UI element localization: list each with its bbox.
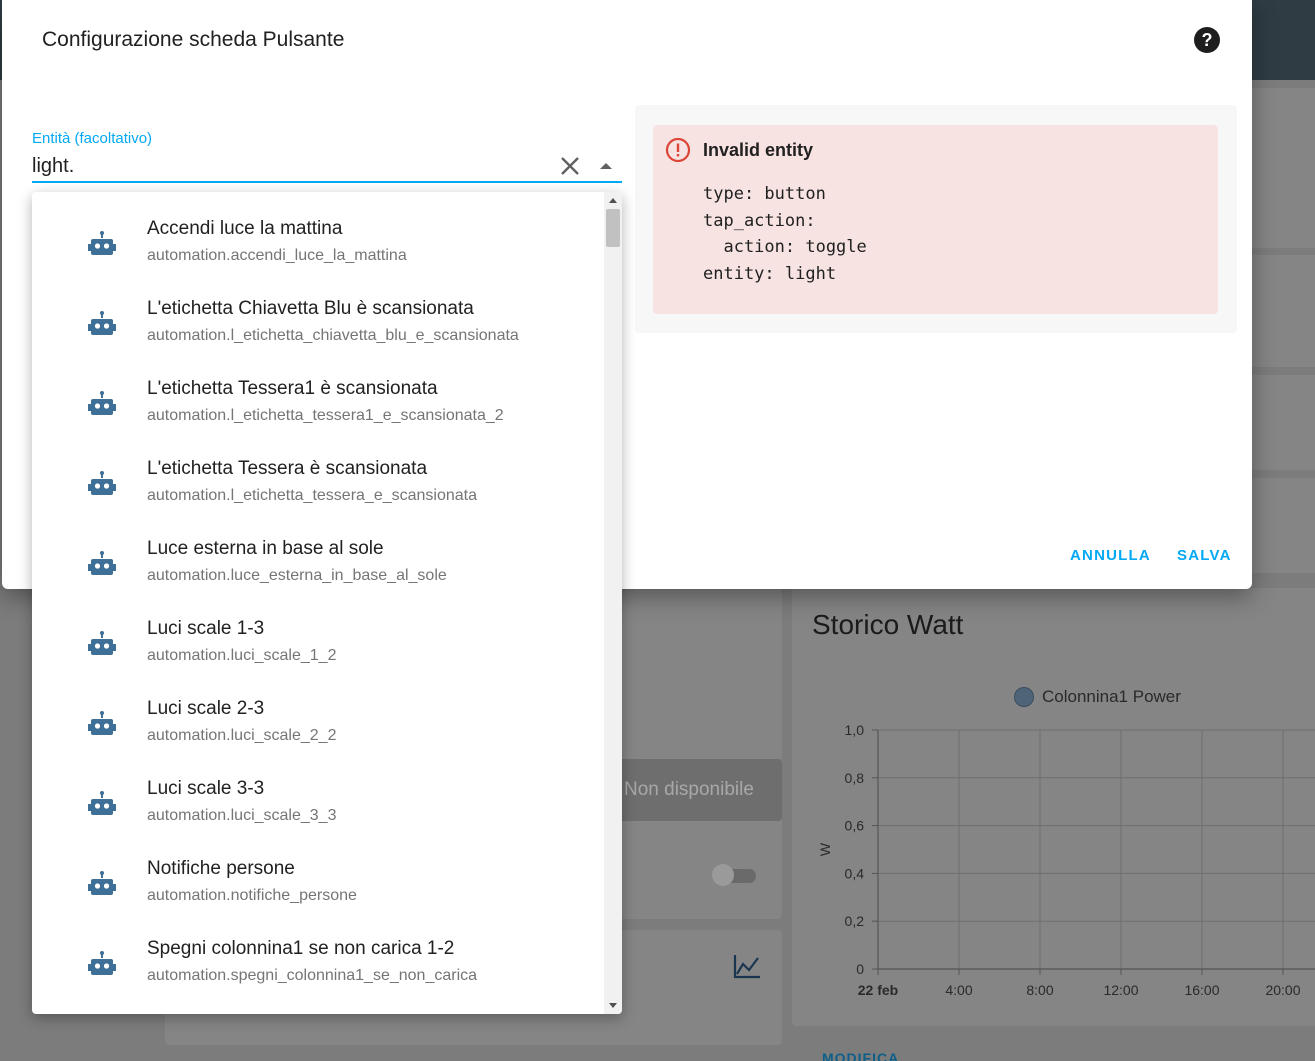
legend-label: Colonnina1 Power [1042,687,1181,706]
entity-id: automation.luce_esterna_in_base_al_sole [147,567,447,584]
y-tick-label: 0,4 [845,865,865,881]
entity-list: Accendi luce la mattina automation.accend… [32,192,604,992]
entity-name: L'etichetta Tessera è scansionata [147,458,428,479]
entity-id: automation.accendi_luce_la_mattina [147,247,407,264]
y-tick-label: 0 [856,961,864,977]
x-tick-label: 4:00 [945,982,972,998]
cancel-button[interactable]: ANNULLA [1070,547,1151,564]
entity-id: automation.luci_scale_3_3 [147,807,337,824]
entity-id: automation.spegni_colonnina1_se_non_cari… [147,967,478,984]
entity-id: automation.luci_scale_1_2 [147,647,337,664]
background-card [1250,375,1315,470]
error-alert: Invalid entity type: button tap_action: … [653,125,1218,314]
entity-name: L'etichetta Tessera1 è scansionata [147,378,438,399]
chart-plot: 0 0,2 0,4 0,6 0,8 1,0 22 feb 4:00 8:00 12:00 16:00… [817,722,1315,998]
entity-id: automation.l_etichetta_tessera_e_scansio… [147,487,477,504]
entity-list-item[interactable]: Luce esterna in base al sole automation.l… [32,512,604,592]
entity-list-item[interactable]: Luci scale 3-3 automation.luci_scale_3_3 [32,752,604,832]
entity-name: Accendi luce la mattina [147,218,343,239]
chart-line-icon[interactable] [732,952,762,980]
entity-id: automation.l_etichetta_tessera1_e_scansi… [147,407,504,424]
entity-list-item[interactable]: L'etichetta Tessera1 è scansionata automa… [32,352,604,432]
robot-icon [87,870,117,900]
entity-name: Notifiche persone [147,858,295,879]
entity-name: Luci scale 1-3 [147,618,265,639]
x-tick-label: 16:00 [1184,982,1219,998]
robot-icon [87,710,117,740]
background-card [1250,478,1315,573]
save-button[interactable]: SALVA [1177,547,1232,564]
close-icon[interactable] [558,154,582,178]
alert-circle-icon [665,137,691,163]
background-card [1250,255,1315,367]
robot-icon [87,790,117,820]
y-axis-label: W [817,842,833,856]
robot-icon [87,470,117,500]
x-tick-label: 22 feb [858,982,898,998]
chart-title: Storico Watt [812,609,964,640]
entity-field[interactable]: Entità (facoltativo) [32,128,622,183]
entity-list-item[interactable]: Notifiche persone automation.notifiche_pe… [32,832,604,912]
robot-icon [87,630,117,660]
entity-name: Luci scale 2-3 [147,698,265,719]
dialog-title: Configurazione scheda Pulsante [42,28,345,51]
entity-list-item[interactable]: Accendi luce la mattina automation.accend… [32,192,604,272]
caret-up-icon[interactable] [596,156,616,176]
alert-code: type: button tap_action: action: toggle … [703,184,867,284]
y-tick-label: 0,8 [845,770,865,786]
scroll-up-arrow-icon[interactable] [609,198,617,203]
background-toggle[interactable] [710,864,756,886]
entity-field-underline [32,181,622,183]
entity-name: Luci scale 3-3 [147,778,265,799]
y-tick-label: 0,2 [845,913,865,929]
unavailable-button[interactable]: Non disponibile [608,759,782,821]
entity-dropdown: Accendi luce la mattina automation.accend… [32,192,622,1014]
x-tick-label: 20:00 [1265,982,1300,998]
background-card [1250,88,1315,248]
entity-name: Luce esterna in base al sole [147,538,384,559]
entity-name: Spegni colonnina1 se non carica 1-2 [147,938,455,959]
scroll-down-arrow-icon[interactable] [609,1003,617,1008]
entity-id: automation.notifiche_persone [147,887,357,904]
robot-icon [87,950,117,980]
entity-list-item[interactable]: L'etichetta Tessera è scansionata automat… [32,432,604,512]
robot-icon [87,390,117,420]
dropdown-scrollbar[interactable] [604,192,622,1014]
alert-title: Invalid entity [703,140,814,160]
robot-icon [87,310,117,340]
y-tick-label: 1,0 [845,722,865,738]
entity-list-item[interactable]: Luci scale 2-3 automation.luci_scale_2_2 [32,672,604,752]
entity-id: automation.luci_scale_2_2 [147,727,337,744]
x-tick-label: 12:00 [1103,982,1138,998]
robot-icon [87,550,117,580]
x-tick-label: 8:00 [1026,982,1053,998]
entity-input[interactable] [32,152,542,180]
chart-legend[interactable]: Colonnina1 Power [1014,687,1181,707]
entity-list-item[interactable]: Luci scale 1-3 automation.luci_scale_1_2 [32,592,604,672]
entity-field-label: Entità (facoltativo) [32,130,153,147]
legend-swatch [1014,687,1034,707]
entity-name: L'etichetta Chiavetta Blu è scansionata [147,298,474,319]
entity-id: automation.l_etichetta_chiavetta_blu_e_s… [147,327,519,344]
help-circle-icon[interactable]: ? [1194,27,1220,53]
entity-list-item[interactable]: L'etichetta Chiavetta Blu è scansionata a… [32,272,604,352]
y-tick-label: 0,6 [845,818,865,834]
card-preview: Invalid entity type: button tap_action: … [635,105,1237,333]
modifica-button[interactable]: MODIFICA [822,1050,899,1061]
scroll-thumb[interactable] [606,209,620,247]
entity-list-item[interactable]: Spegni colonnina1 se non carica 1-2 autom… [32,912,604,992]
robot-icon [87,230,117,260]
